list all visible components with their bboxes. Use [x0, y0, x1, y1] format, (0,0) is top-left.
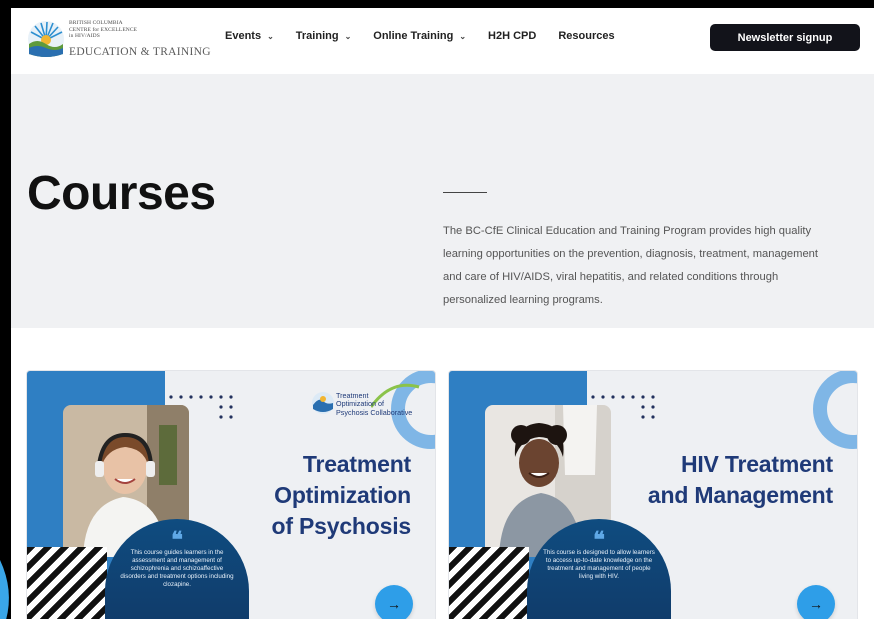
page-title: Courses — [27, 167, 216, 220]
partner-logo-icon — [312, 392, 334, 414]
course-link-button[interactable]: → — [797, 585, 835, 619]
logo-small-text: BRITISH COLUMBIA CENTRE for EXCELLENCE i… — [69, 20, 138, 39]
decorative-arc — [813, 371, 857, 449]
quote-icon: ❝ — [593, 527, 605, 552]
hero-description: The BC-CfE Clinical Education and Traini… — [443, 225, 819, 306]
decorative-swoosh — [0, 560, 9, 619]
nav-item-events[interactable]: Events ⌄ — [225, 30, 274, 42]
nav-item-training[interactable]: Training ⌄ — [296, 30, 351, 42]
arrow-right-icon: → — [809, 596, 823, 612]
page: BRITISH COLUMBIA CENTRE for EXCELLENCE i… — [11, 8, 874, 619]
arrow-right-icon: → — [387, 596, 401, 612]
partner-logo: Treatment Optimization of Psychosis Coll… — [311, 383, 420, 421]
nav-item-resources[interactable]: Resources — [558, 30, 614, 42]
course-quote-panel: ❝ This course guides learners in the ass… — [105, 519, 249, 619]
hero-section: Courses The BC-CfE Clinical Education an… — [11, 74, 874, 328]
nav-item-h2h-cpd[interactable]: H2H CPD — [488, 30, 536, 42]
site-header: BRITISH COLUMBIA CENTRE for EXCELLENCE i… — [11, 8, 874, 74]
chevron-down-icon: ⌄ — [267, 31, 274, 41]
logo-big-text: EDUCATION & TRAINING — [69, 46, 211, 58]
newsletter-signup-button[interactable]: Newsletter signup — [710, 24, 860, 51]
quote-icon: ❝ — [171, 527, 183, 552]
nav-item-online-training[interactable]: Online Training ⌄ — [373, 30, 466, 42]
chevron-down-icon: ⌄ — [459, 31, 467, 41]
course-description: This course is designed to allow learner… — [543, 549, 655, 580]
main-nav: Events ⌄ Training ⌄ Online Training ⌄ H2… — [225, 30, 637, 42]
decorative-stripes — [449, 547, 529, 619]
course-card-hiv[interactable]: ❝ This course is designed to allow learn… — [448, 370, 858, 619]
chevron-down-icon: ⌄ — [344, 31, 352, 41]
site-logo[interactable]: BRITISH COLUMBIA CENTRE for EXCELLENCE i… — [27, 18, 211, 62]
decorative-stripes — [27, 547, 107, 619]
course-title: HIV Treatment and Management — [647, 451, 833, 508]
logo-sunburst-icon — [28, 21, 64, 57]
course-link-button[interactable]: → — [375, 585, 413, 619]
hero-divider — [443, 192, 487, 193]
course-description: This course guides learners in the asses… — [120, 549, 234, 588]
course-card-psychosis[interactable]: Treatment Optimization of Psychosis Coll… — [26, 370, 436, 619]
course-title: Treatment Optimization of Psychosis — [271, 451, 412, 539]
course-quote-panel: ❝ This course is designed to allow learn… — [527, 519, 671, 619]
